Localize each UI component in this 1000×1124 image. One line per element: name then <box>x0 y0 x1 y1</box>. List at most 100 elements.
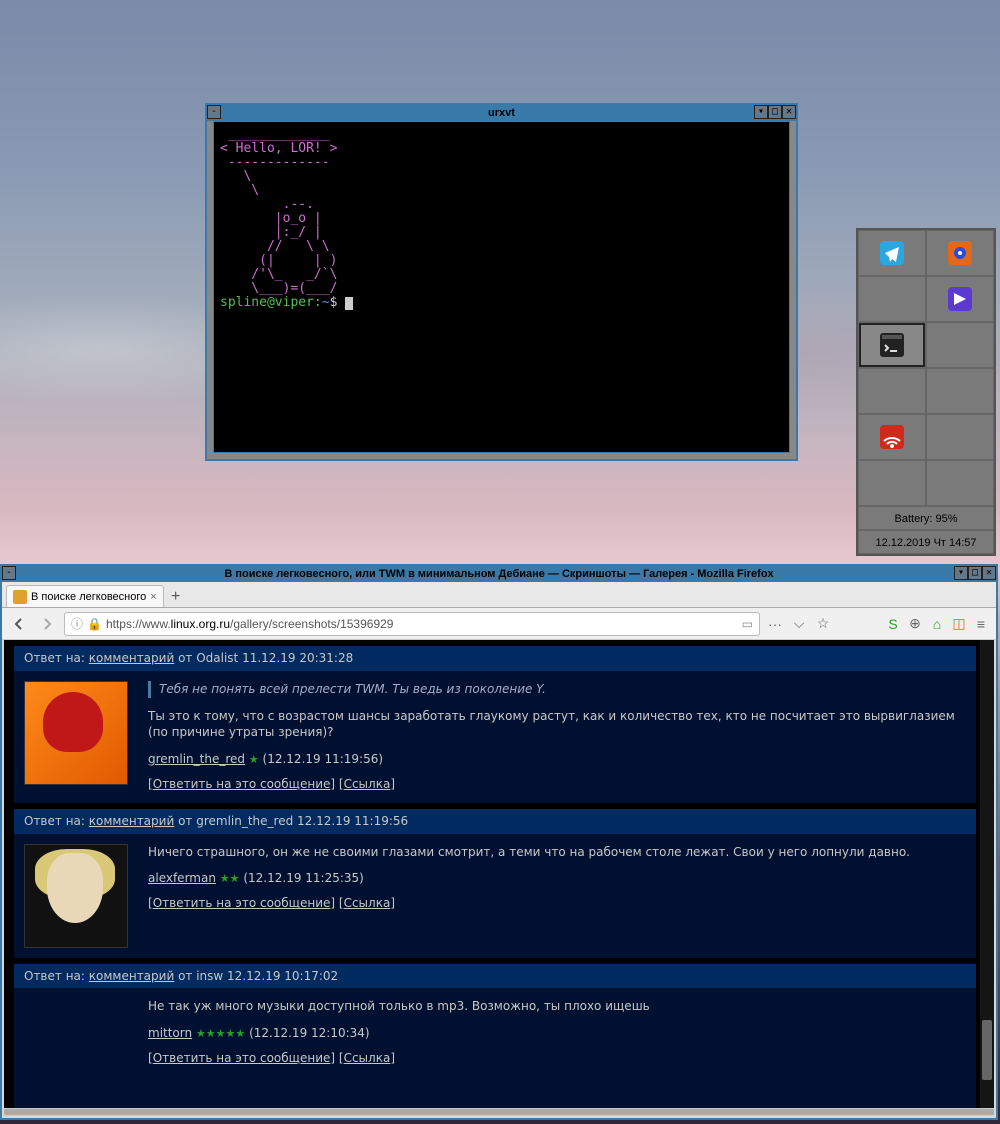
comment-block: Ответ на: комментарий от insw 12.12.19 1… <box>14 964 976 1108</box>
forward-button[interactable] <box>36 613 58 635</box>
comment-text-col: Ничего страшного, он же не своими глазам… <box>148 844 966 948</box>
prompt-line: spline@viper:~$ <box>220 296 783 310</box>
new-tab-button[interactable]: + <box>164 587 188 607</box>
urxvt-close-button[interactable]: ✕ <box>782 105 796 119</box>
comment-block: Ответ на: комментарий от gremlin_the_red… <box>14 809 976 958</box>
firefox-close-button[interactable]: ✕ <box>982 566 996 580</box>
panel-empty-4[interactable] <box>926 368 994 414</box>
reply-link[interactable]: Ответить на это сообщение <box>153 1051 331 1065</box>
star-icon: ★ <box>249 753 259 766</box>
comment-body: Ничего страшного, он же не своими глазам… <box>14 834 976 958</box>
back-button[interactable] <box>8 613 30 635</box>
tab-strip: В поиске легковесного × + <box>2 582 996 608</box>
urxvt-window: - urxvt ▾ □ ✕ _____________ < Hello, LOR… <box>205 103 798 461</box>
comment-header: Ответ на: комментарий от Odalist 11.12.1… <box>14 646 976 671</box>
ext-globe-icon[interactable]: ⊕ <box>906 615 924 633</box>
comment-actions: [Ответить на это сообщение] [Ссылка] <box>148 776 966 793</box>
comment-header: Ответ на: комментарий от gremlin_the_red… <box>14 809 976 834</box>
pocket-icon[interactable]: ⌵ <box>790 615 808 633</box>
vertical-scrollbar[interactable] <box>980 640 994 1108</box>
urxvt-title-text: urxvt <box>488 107 515 119</box>
panel-video-icon[interactable] <box>926 276 994 322</box>
comment-message: Ты это к тому, что с возрастом шансы зар… <box>148 708 966 742</box>
comment-block: Ответ на: комментарий от Odalist 11.12.1… <box>14 646 976 803</box>
comment-date: (12.12.19 12:10:34) <box>249 1026 370 1040</box>
permalink-link[interactable]: Ссылка <box>344 777 391 791</box>
ext-tag-icon[interactable]: ⌂ <box>928 615 946 633</box>
panel-empty-5[interactable] <box>926 414 994 460</box>
panel-empty-3[interactable] <box>858 368 926 414</box>
author-link[interactable]: mittorn <box>148 1026 192 1040</box>
cursor-icon <box>345 297 353 310</box>
url-text: https://www.linux.org.ru/gallery/screens… <box>106 617 738 631</box>
panel-empty-7[interactable] <box>926 460 994 506</box>
firefox-max-button[interactable]: □ <box>968 566 982 580</box>
reply-to-suffix: от gremlin_the_red 12.12.19 11:19:56 <box>174 814 408 828</box>
page-content: Ответ на: комментарий от Odalist 11.12.1… <box>4 640 994 1108</box>
ext-box-icon[interactable]: ◫ <box>950 615 968 633</box>
avatar <box>24 844 128 948</box>
browser-tab[interactable]: В поиске легковесного × <box>6 585 164 607</box>
reply-to-suffix: от insw 12.12.19 10:17:02 <box>174 969 338 983</box>
urxvt-max-button[interactable]: □ <box>768 105 782 119</box>
reply-to-prefix: Ответ на: <box>24 969 89 983</box>
reply-to-link[interactable]: комментарий <box>89 651 174 665</box>
reader-mode-icon[interactable]: ▭ <box>742 617 753 631</box>
panel-empty-2[interactable] <box>926 322 994 368</box>
task-panel: Battery: 95% 12.12.2019 Чт 14:57 <box>856 228 996 556</box>
urxvt-menu-button[interactable]: - <box>207 105 221 119</box>
firefox-menu-button[interactable]: - <box>2 566 16 580</box>
reply-to-prefix: Ответ на: <box>24 814 89 828</box>
urxvt-titlebar[interactable]: - urxvt ▾ □ ✕ <box>207 105 796 121</box>
clock-status: 12.12.2019 Чт 14:57 <box>858 530 994 554</box>
star-icon: ★★★★★ <box>196 1027 245 1040</box>
permalink-link[interactable]: Ссылка <box>344 896 391 910</box>
panel-empty-1[interactable] <box>858 276 926 322</box>
tab-close-button[interactable]: × <box>150 591 156 603</box>
comment-text-col: Не так уж много музыки доступной только … <box>148 998 966 1102</box>
horizontal-scrollbar[interactable] <box>4 1108 994 1116</box>
lock-icon[interactable]: 🔒 <box>87 617 102 631</box>
urxvt-min-button[interactable]: ▾ <box>754 105 768 119</box>
panel-empty-6[interactable] <box>858 460 926 506</box>
comment-signature: gremlin_the_red ★ (12.12.19 11:19:56) <box>148 751 966 768</box>
panel-terminal-icon[interactable] <box>858 322 926 368</box>
firefox-window: - В поиске легковесного, или TWM в миним… <box>0 564 998 1120</box>
comment-signature: mittorn ★★★★★ (12.12.19 12:10:34) <box>148 1025 966 1042</box>
site-info-icon[interactable]: ⓘ <box>71 615 83 632</box>
panel-audacity-icon[interactable] <box>926 230 994 276</box>
firefox-title-text: В поиске легковесного, или TWM в минимал… <box>224 568 773 580</box>
bookmark-star-icon[interactable]: ☆ <box>814 615 832 633</box>
reply-to-prefix: Ответ на: <box>24 651 89 665</box>
comment-date: (12.12.19 11:25:35) <box>243 871 364 885</box>
firefox-min-button[interactable]: ▾ <box>954 566 968 580</box>
comment-signature: alexferman ★★ (12.12.19 11:25:35) <box>148 870 966 887</box>
permalink-link[interactable]: Ссылка <box>344 1051 391 1065</box>
firefox-titlebar[interactable]: - В поиске легковесного, или TWM в миним… <box>2 566 996 582</box>
comment-body: Не так уж много музыки доступной только … <box>14 988 976 1108</box>
browser-toolbar: ⓘ 🔒 https://www.linux.org.ru/gallery/scr… <box>2 608 996 640</box>
reply-link[interactable]: Ответить на это сообщение <box>153 896 331 910</box>
reply-to-link[interactable]: комментарий <box>89 814 174 828</box>
comment-quote: Тебя не понять всей прелести TWM. Ты вед… <box>148 681 966 698</box>
reply-to-link[interactable]: комментарий <box>89 969 174 983</box>
hamburger-menu-button[interactable]: ≡ <box>972 615 990 633</box>
tab-label: В поиске легковесного <box>31 591 146 603</box>
author-link[interactable]: gremlin_the_red <box>148 752 245 766</box>
comment-actions: [Ответить на это сообщение] [Ссылка] <box>148 1050 966 1067</box>
page-actions-button[interactable]: ··· <box>766 615 784 633</box>
reply-link[interactable]: Ответить на это сообщение <box>153 777 331 791</box>
terminal-viewport[interactable]: _____________ < Hello, LOR! > ----------… <box>213 121 790 453</box>
scroll-thumb[interactable] <box>982 1020 992 1080</box>
panel-network-icon[interactable] <box>858 414 926 460</box>
url-bar[interactable]: ⓘ 🔒 https://www.linux.org.ru/gallery/scr… <box>64 612 760 636</box>
author-link[interactable]: alexferman <box>148 871 216 885</box>
comment-body: Тебя не понять всей прелести TWM. Ты вед… <box>14 671 976 803</box>
avatar <box>24 681 128 785</box>
tab-favicon-icon <box>13 590 27 604</box>
comment-message: Ничего страшного, он же не своими глазам… <box>148 844 966 861</box>
ext-s-icon[interactable]: S <box>884 615 902 633</box>
panel-telegram-icon[interactable] <box>858 230 926 276</box>
comment-actions: [Ответить на это сообщение] [Ссылка] <box>148 895 966 912</box>
reply-to-suffix: от Odalist 11.12.19 20:31:28 <box>174 651 353 665</box>
